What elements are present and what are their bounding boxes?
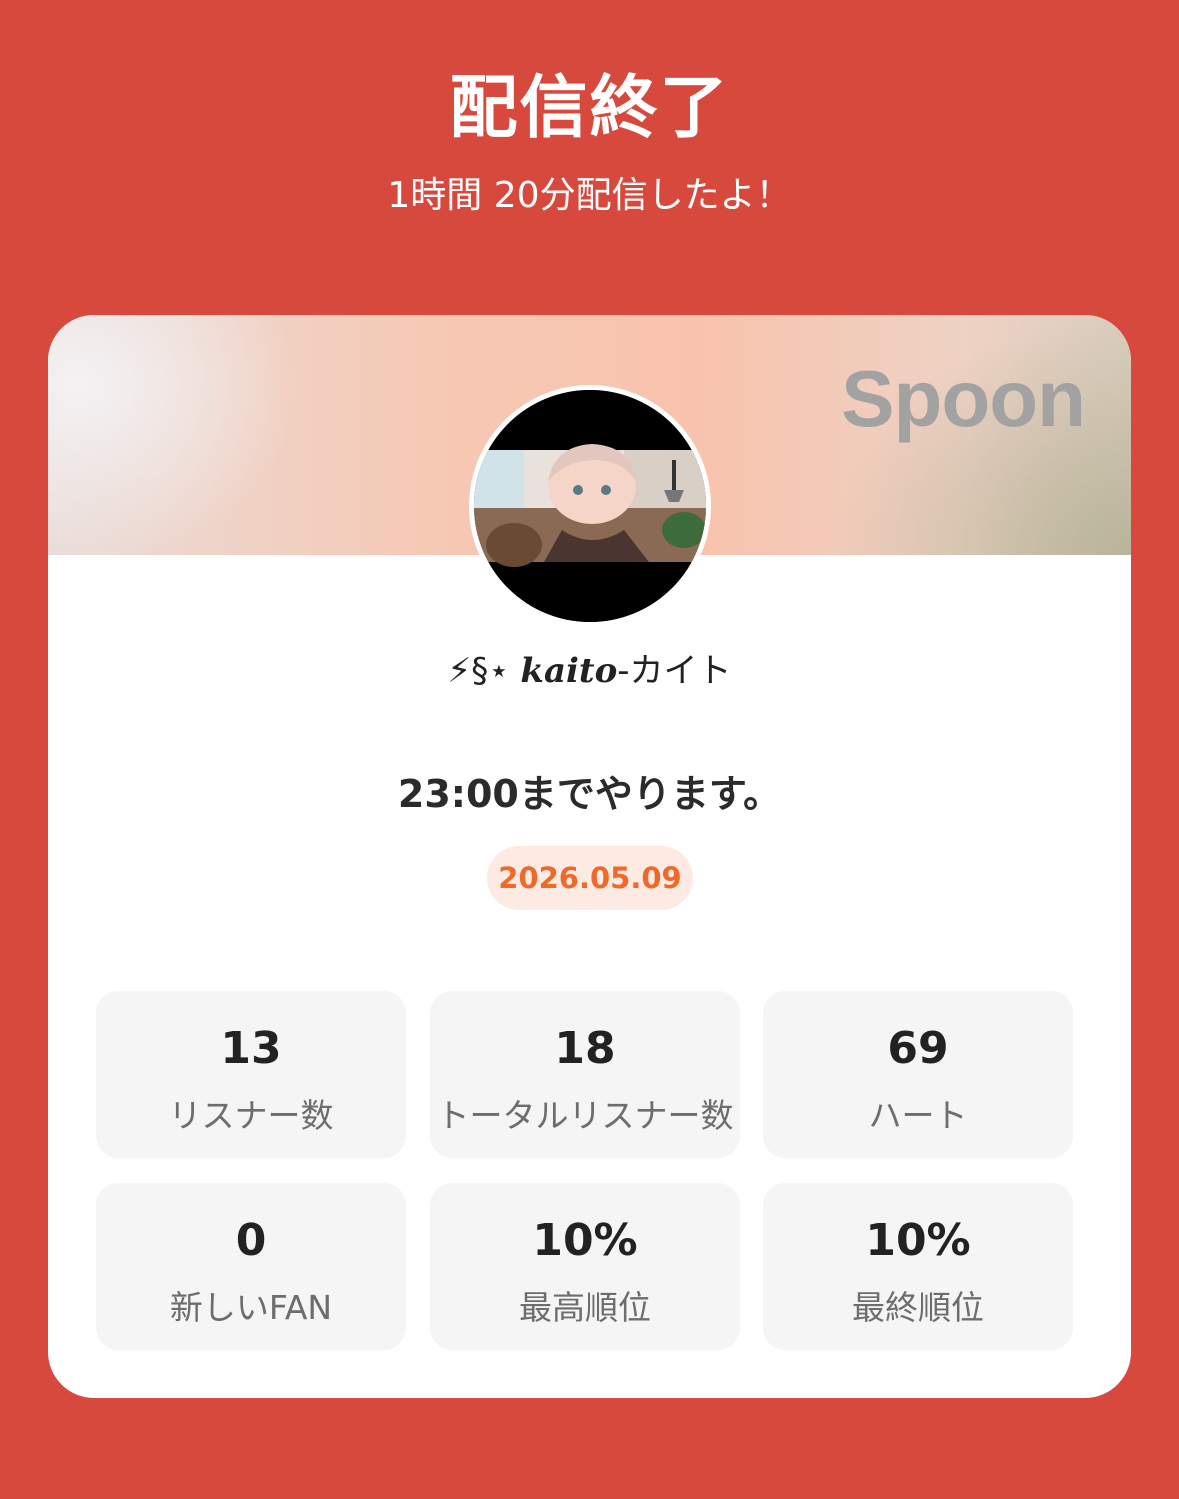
stat-label: 新しいFAN [169, 1288, 333, 1327]
stat-label: 最高順位 [519, 1288, 651, 1327]
stat-label: 最終順位 [852, 1288, 984, 1327]
stat-new-fans: 0 新しいFAN [96, 1183, 406, 1350]
stream-duration: 1時間 20分配信したよ！ [387, 175, 792, 216]
avatar-image [474, 390, 706, 622]
stat-value: 0 [235, 1215, 267, 1266]
avatar[interactable] [469, 385, 711, 627]
stat-value: 10% [532, 1215, 638, 1266]
stat-highest-rank: 10% 最高順位 [430, 1183, 740, 1350]
spoon-logo: Spoon [841, 354, 1086, 443]
stat-value: 13 [220, 1023, 282, 1074]
username: ⚡§⋆ kaito-カイト [48, 643, 1131, 692]
date-badge: 2026.05.09 [487, 846, 693, 910]
stat-final-rank: 10% 最終順位 [763, 1183, 1073, 1350]
stat-label: リスナー数 [168, 1096, 334, 1135]
stat-value: 69 [887, 1023, 949, 1074]
stat-label: トータルリスナー数 [436, 1096, 734, 1135]
stream-summary-card: Spoon ⚡§⋆ kaito-カイト 23:00までやります。 2026.05… [48, 315, 1131, 1398]
stat-listeners: 13 リスナー数 [96, 991, 406, 1158]
page-title: 配信終了 [449, 69, 730, 148]
stat-total-listeners: 18 トータルリスナー数 [430, 991, 740, 1158]
stat-value: 18 [554, 1023, 616, 1074]
stat-value: 10% [865, 1215, 971, 1266]
stat-label: ハート [868, 1096, 968, 1135]
username-suffix: -カイト [617, 651, 732, 691]
username-prefix: ⚡§⋆ [447, 651, 521, 691]
stat-hearts: 69 ハート [763, 991, 1073, 1158]
live-title: 23:00までやります。 [397, 772, 782, 816]
username-styled: kaito [520, 651, 618, 691]
